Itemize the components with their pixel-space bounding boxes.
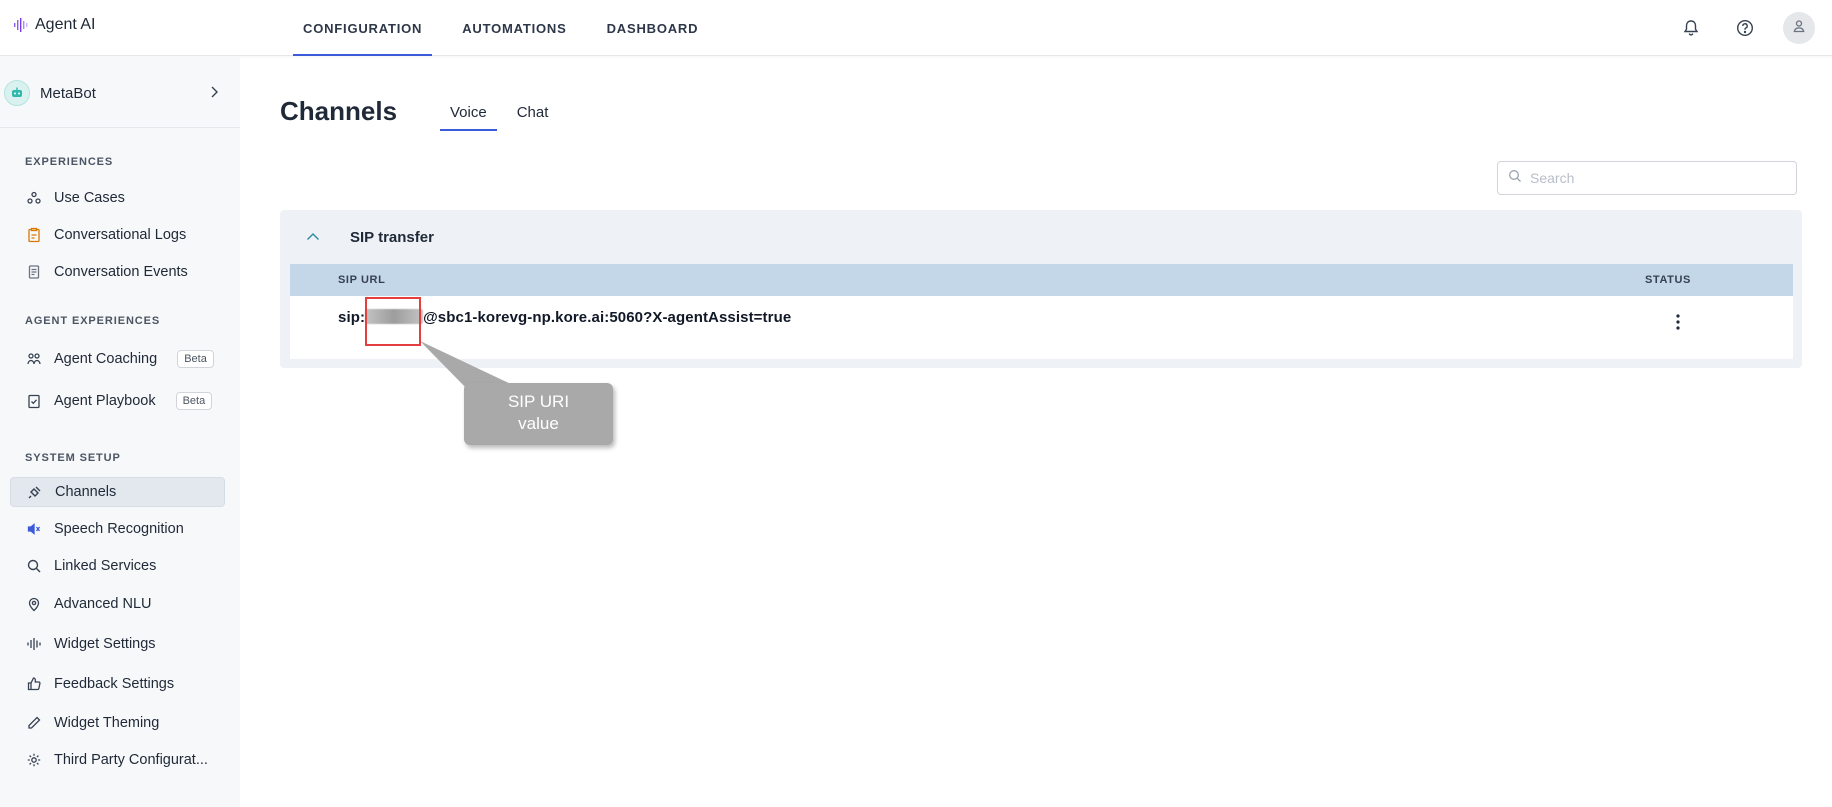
sip-url-suffix: @sbc1-korevg-np.kore.ai:5060?X-agentAssi… — [423, 309, 792, 326]
page-title: Channels — [280, 96, 398, 126]
callout-line-1: SIP URI — [507, 392, 570, 411]
agent-ai-logo-icon — [13, 17, 29, 33]
sidebar-item-widget-theming[interactable]: Widget Theming — [10, 708, 225, 738]
sidebar-item-label: Conversation Events — [54, 264, 188, 280]
sidebar-item-feedback-settings[interactable]: Feedback Settings — [10, 669, 225, 699]
search-box[interactable] — [1497, 161, 1797, 195]
bot-selector[interactable]: MetaBot — [0, 75, 240, 111]
panel-title: SIP transfer — [350, 229, 434, 246]
sip-transfer-panel: SIP transfer SIP URL STATUS sip: @sbc1-ko… — [280, 210, 1802, 368]
table-header: SIP URL STATUS — [290, 264, 1793, 296]
document-icon — [24, 262, 44, 282]
channel-tabs: Voice Chat — [440, 98, 568, 131]
sidebar-item-label: Advanced NLU — [54, 596, 152, 612]
sidebar-item-channels[interactable]: Channels — [10, 477, 225, 507]
section-system-setup: SYSTEM SETUP — [25, 452, 121, 464]
sidebar-divider — [0, 127, 240, 128]
sidebar-item-label: Feedback Settings — [54, 676, 175, 692]
sidebar-item-label: Agent Coaching — [54, 351, 158, 367]
user-avatar[interactable] — [1783, 12, 1815, 44]
sip-table: SIP URL STATUS sip: @sbc1-korevg-np.kore.… — [290, 264, 1793, 359]
beta-badge: Beta — [177, 350, 214, 368]
search-icon — [24, 556, 44, 576]
sidebar-item-label: Speech Recognition — [54, 521, 184, 537]
top-bar: Agent AI CONFIGURATION AUTOMATIONS DASHB… — [0, 0, 1832, 56]
clipboard-icon — [24, 225, 44, 245]
plug-icon — [25, 482, 45, 502]
panel-header[interactable]: SIP transfer — [280, 210, 1802, 264]
bot-avatar — [4, 80, 30, 106]
sidebar-item-third-party-configuration[interactable]: Third Party Configurat... — [10, 745, 225, 775]
nav-tab-configuration[interactable]: CONFIGURATION — [293, 0, 433, 56]
sidebar-item-conversational-logs[interactable]: Conversational Logs — [10, 220, 225, 250]
sidebar-item-label: Widget Theming — [54, 715, 160, 731]
sidebar-item-linked-services[interactable]: Linked Services — [10, 551, 225, 581]
gear-icon — [24, 750, 44, 770]
help-icon[interactable] — [1729, 12, 1761, 44]
callout-pointer — [420, 341, 515, 420]
sidebar-item-label: Conversational Logs — [54, 227, 187, 243]
beta-badge: Beta — [175, 392, 213, 410]
nav-tab-automations[interactable]: AUTOMATIONS — [452, 0, 576, 56]
more-options-icon[interactable] — [1668, 310, 1688, 334]
sidebar-item-label: Linked Services — [54, 558, 157, 574]
sidebar-item-label: Agent Playbook — [54, 393, 156, 409]
bot-name: MetaBot — [40, 84, 96, 102]
brand-name: Agent AI — [35, 16, 96, 33]
section-experiences: EXPERIENCES — [25, 156, 114, 168]
pen-icon — [24, 713, 44, 733]
section-agent-experiences: AGENT EXPERIENCES — [25, 315, 161, 327]
sidebar-item-advanced-nlu[interactable]: Advanced NLU — [10, 589, 225, 619]
sidebar-item-widget-settings[interactable]: Widget Settings — [10, 629, 225, 659]
callout-line-2: value — [518, 414, 559, 433]
user-icon — [1792, 19, 1806, 38]
robot-icon — [12, 87, 22, 97]
search-icon — [1508, 169, 1522, 188]
coaching-icon — [24, 349, 44, 369]
playbook-icon — [24, 391, 44, 411]
bell-icon[interactable] — [1675, 12, 1707, 44]
sidebar-item-agent-coaching[interactable]: Agent Coaching Beta — [10, 344, 225, 374]
sidebar-item-conversation-events[interactable]: Conversation Events — [10, 257, 225, 287]
sidebar-item-label: Use Cases — [54, 190, 125, 206]
speaker-icon — [24, 519, 44, 539]
tab-chat[interactable]: Chat — [507, 98, 559, 131]
nlu-icon — [24, 594, 44, 614]
top-actions — [1675, 12, 1832, 44]
sidebar-item-label: Channels — [55, 484, 117, 500]
tab-voice[interactable]: Voice — [440, 98, 497, 131]
sidebar-item-label: Widget Settings — [54, 636, 156, 652]
sidebar-item-use-cases[interactable]: Use Cases — [10, 183, 225, 213]
chevron-right-icon — [206, 84, 222, 105]
column-header-sip-url: SIP URL — [338, 274, 386, 286]
search-input[interactable] — [1530, 170, 1780, 186]
sip-url-prefix: sip: — [338, 309, 366, 326]
use-cases-icon — [24, 188, 44, 208]
sidebar-item-agent-playbook[interactable]: Agent Playbook Beta — [10, 386, 225, 416]
thumbs-up-icon — [24, 674, 44, 694]
callout-label: SIP URI value — [464, 383, 613, 445]
highlight-box — [365, 297, 421, 346]
brand[interactable]: Agent AI — [13, 16, 96, 34]
chevron-up-icon[interactable] — [304, 228, 322, 251]
column-header-status: STATUS — [1645, 274, 1691, 286]
sidebar-item-speech-recognition[interactable]: Speech Recognition — [10, 514, 225, 544]
main-nav: CONFIGURATION AUTOMATIONS DASHBOARD — [293, 0, 728, 56]
table-row[interactable]: sip: @sbc1-korevg-np.kore.ai:5060?X-agent… — [290, 296, 1793, 356]
nav-tab-dashboard[interactable]: DASHBOARD — [597, 0, 709, 56]
waveform-icon — [24, 634, 44, 654]
sidebar: MetaBot EXPERIENCES Use Cases Conversati… — [0, 57, 240, 807]
sidebar-item-label: Third Party Configurat... — [54, 752, 208, 768]
